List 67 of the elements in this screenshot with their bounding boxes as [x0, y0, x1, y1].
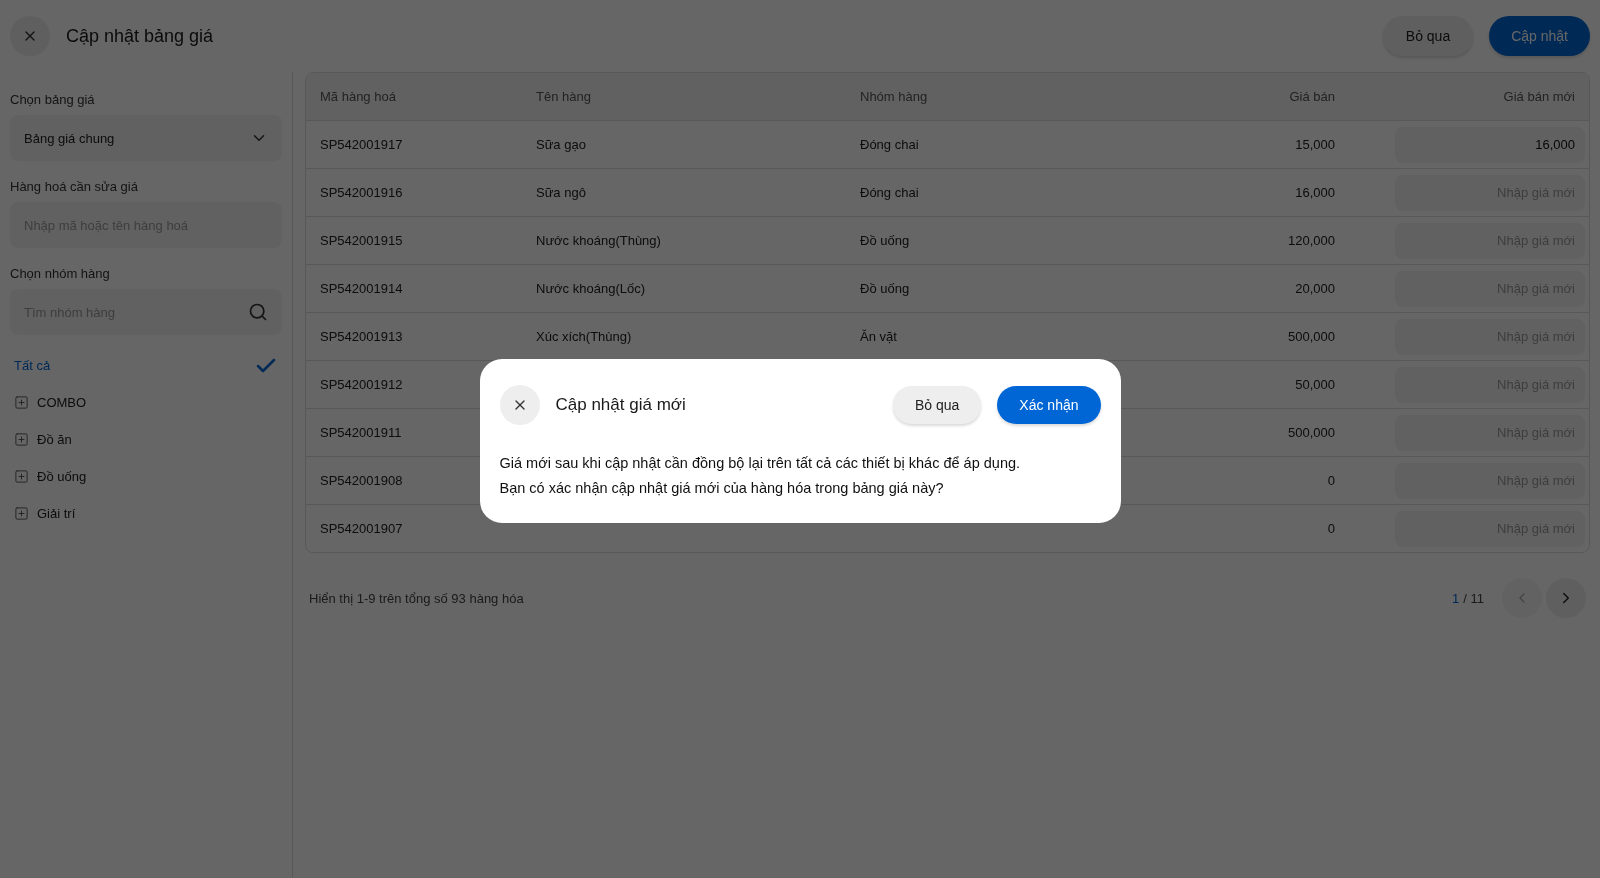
plus-square-icon	[14, 469, 29, 484]
column-header: Giá bán	[1288, 89, 1336, 104]
group-label: Đồ ăn	[37, 432, 73, 447]
table-cell-text: SP542001915	[319, 233, 404, 248]
dialog-message: Giá mới sau khi cập nhật cần đồng bộ lại trên tất cả các thiết bị khác để áp dụng. Bạn có xác nhận cập nhật giá mới của hàng hóa trong bảng giá này?	[499, 454, 1022, 498]
current-page: 1	[1452, 590, 1460, 606]
update-button[interactable]: Cập nhật	[1489, 16, 1590, 56]
field-label: Chọn bảng giá	[10, 92, 96, 107]
table-cell-text: Đóng chai	[859, 137, 920, 152]
previous-page-button[interactable]	[1502, 578, 1542, 618]
table-cell-text: 50,000	[1294, 377, 1336, 392]
cancel-button[interactable]: Bỏ qua	[1382, 16, 1474, 56]
group-label: Tất cả	[14, 358, 52, 373]
page-title: Cập nhật bảng giá	[66, 25, 215, 47]
table-cell-text: SP542001917	[319, 137, 404, 152]
column-header: Giá bán mới	[1502, 89, 1576, 104]
table-cell-text: 16,000	[1294, 185, 1336, 200]
table-cell-text: Ăn vặt	[859, 329, 898, 344]
total-pages: / 11	[1463, 590, 1484, 606]
close-button[interactable]	[10, 16, 50, 56]
table-cell-text: SP542001916	[319, 185, 404, 200]
table-cell-text: 20,000	[1294, 281, 1336, 296]
plus-square-icon	[14, 432, 29, 447]
search-icon	[248, 302, 268, 322]
table-cell-text: 120,000	[1287, 233, 1336, 248]
table-cell-text: 500,000	[1287, 425, 1336, 440]
cancel-button[interactable]: Bỏ qua	[892, 386, 982, 424]
column-header: Mã hàng hoá	[319, 89, 397, 104]
group-item[interactable]: Đồ ăn	[10, 421, 282, 458]
column-header: Nhóm hàng	[859, 89, 929, 104]
dialog-title: Cập nhật giá mới	[555, 395, 687, 415]
group-item[interactable]: Giải trí	[10, 495, 282, 532]
confirm-button[interactable]: Xác nhận	[997, 386, 1101, 424]
group-label: Giải trí	[37, 506, 77, 521]
table-cell-text: Sữa gạo	[535, 137, 587, 152]
table-cell-text: Nước khoáng(Lốc)	[535, 281, 646, 296]
field-label: Chọn nhóm hàng	[10, 266, 111, 281]
table-cell-text: SP542001912	[319, 377, 404, 392]
table-cell-text: 500,000	[1287, 329, 1336, 344]
field-label: Hàng hoá cần sửa giá	[10, 179, 139, 194]
table-cell-text: 0	[1326, 521, 1336, 536]
table-cell-text: SP542001908	[319, 473, 404, 488]
table-cell-text: Sữa ngô	[535, 185, 587, 200]
plus-square-icon	[14, 395, 29, 410]
table-cell-text: 15,000	[1294, 137, 1336, 152]
table-cell-text: SP542001911	[319, 425, 403, 440]
group-item[interactable]: Đồ uống	[10, 458, 282, 495]
table-cell-text: SP542001914	[319, 281, 404, 296]
table-cell-text: Đóng chai	[859, 185, 920, 200]
group-item[interactable]: COMBO	[10, 384, 282, 421]
table-cell-text: Đồ uống	[859, 233, 911, 248]
plus-square-icon	[14, 506, 29, 521]
group-item[interactable]: Tất cả	[10, 347, 282, 384]
table-cell-text: 0	[1326, 473, 1336, 488]
column-header: Tên hàng	[535, 89, 592, 104]
group-label: COMBO	[37, 395, 88, 410]
group-label: Đồ uống	[37, 469, 88, 484]
new-price-field[interactable]: 16,000	[1395, 126, 1585, 163]
table-cell-text: SP542001907	[319, 521, 404, 536]
table-cell-text: Đồ uống	[859, 281, 911, 296]
table-cell-text: Xúc xích(Thùng)	[535, 329, 633, 344]
table-cell-text: SP542001913	[319, 329, 404, 344]
results-summary: Hiển thị 1-9 trên tổng số 93 hàng hóa	[309, 590, 525, 606]
next-page-button[interactable]	[1546, 578, 1586, 618]
table-cell-text: Nước khoáng(Thùng)	[535, 233, 662, 248]
close-button[interactable]	[499, 385, 540, 425]
price-list-dropdown[interactable]: Bảng giá chung	[10, 115, 282, 161]
